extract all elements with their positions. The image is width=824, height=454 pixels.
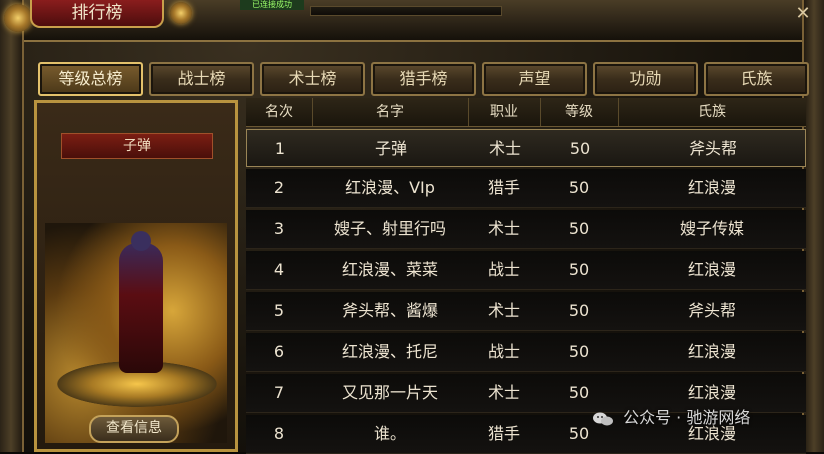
header-clan: 氏族 [698,104,726,120]
cell-clan: 斧头帮 [688,139,737,158]
cell-clan: 红浪漫 [687,260,736,279]
cell-name: 红浪漫、VIp [345,178,435,197]
corner-ornament-icon [4,4,32,32]
cell-name: 嫂子、射里行吗 [333,219,446,238]
top-bar [310,6,502,16]
cell-level: 50 [568,301,590,320]
table-row[interactable]: 2 红浪漫、VIp 猎手 50 红浪漫 [246,169,806,208]
cell-name: 子弹 [374,139,407,158]
cell-job: 术士 [488,139,521,158]
ranking-table: 名次 名字 职业 等级 氏族 1 子弹 术士 50 斧头帮 2 红浪漫、VIp … [246,98,806,454]
character-panel: 子弹 查看信息 [34,100,238,452]
wechat-icon [593,412,613,425]
view-info-button[interactable]: 查看信息 [89,415,179,443]
cell-name: 又见那一片天 [341,383,438,402]
ranking-tabs: 等级总榜 战士榜 术士榜 猎手榜 声望 功勋 氏族 [38,62,809,96]
status-badge: 已连接成功 [240,0,304,10]
cell-clan: 嫂子传媒 [679,219,744,238]
header-rank: 名次 [246,98,313,126]
tab-mage[interactable]: 术士榜 [260,62,365,96]
header-job: 职业 [468,98,541,126]
cell-level: 50 [568,219,590,238]
cell-job: 术士 [487,219,520,238]
tab-merit[interactable]: 功勋 [593,62,698,96]
cell-rank: 4 [273,260,285,279]
header-name: 名字 [312,98,469,126]
watermark-text: 公众号 · 驰游网络 [623,408,751,427]
close-button[interactable]: ✕ [790,2,816,26]
cell-name: 谁。 [373,424,406,443]
cell-job: 战士 [487,342,520,361]
tab-level-overall[interactable]: 等级总榜 [38,62,143,96]
character-head [131,231,151,251]
tab-clan[interactable]: 氏族 [704,62,809,96]
cell-job: 战士 [487,260,520,279]
cell-job: 猎手 [487,424,520,443]
table-row[interactable]: 1 子弹 术士 50 斧头帮 [246,129,806,167]
tab-reputation[interactable]: 声望 [482,62,587,96]
table-row[interactable]: 4 红浪漫、菜菜 战士 50 红浪漫 [246,251,806,290]
watermark: 公众号 · 驰游网络 [592,404,750,432]
cell-level: 50 [569,139,591,158]
cell-rank: 6 [273,342,285,361]
left-border [0,0,24,452]
cell-rank: 1 [274,139,286,158]
cell-level: 50 [568,178,590,197]
table-header: 名次 名字 职业 等级 氏族 [246,98,806,127]
cell-level: 50 [568,260,590,279]
cell-rank: 3 [273,219,285,238]
cell-rank: 5 [273,301,285,320]
cell-job: 术士 [487,301,520,320]
window-title: 排行榜 [30,0,164,28]
cell-job: 猎手 [487,178,520,197]
tab-hunter[interactable]: 猎手榜 [371,62,476,96]
cell-name: 斧头帮、酱爆 [341,301,438,320]
table-row[interactable]: 5 斧头帮、酱爆 术士 50 斧头帮 [246,292,806,331]
cell-name: 红浪漫、托尼 [341,342,438,361]
cell-rank: 8 [273,424,285,443]
cell-job: 术士 [487,383,520,402]
table-row[interactable]: 6 红浪漫、托尼 战士 50 红浪漫 [246,333,806,372]
cell-clan: 红浪漫 [687,342,736,361]
cell-rank: 2 [273,178,285,197]
tab-warrior[interactable]: 战士榜 [149,62,254,96]
cell-rank: 7 [273,383,285,402]
cell-clan: 红浪漫 [687,178,736,197]
character-name: 子弹 [61,133,213,159]
leaderboard-window: 排行榜 已连接成功 ✕ 等级总榜 战士榜 术士榜 猎手榜 声望 功勋 氏族 子弹… [0,0,824,454]
character-model [119,243,163,373]
cell-clan: 斧头帮 [687,301,736,320]
title-ornament-icon [170,2,192,24]
cell-level: 50 [568,342,590,361]
cell-name: 红浪漫、菜菜 [341,260,438,279]
table-row[interactable]: 3 嫂子、射里行吗 术士 50 嫂子传媒 [246,210,806,249]
header-level: 等级 [540,98,619,126]
